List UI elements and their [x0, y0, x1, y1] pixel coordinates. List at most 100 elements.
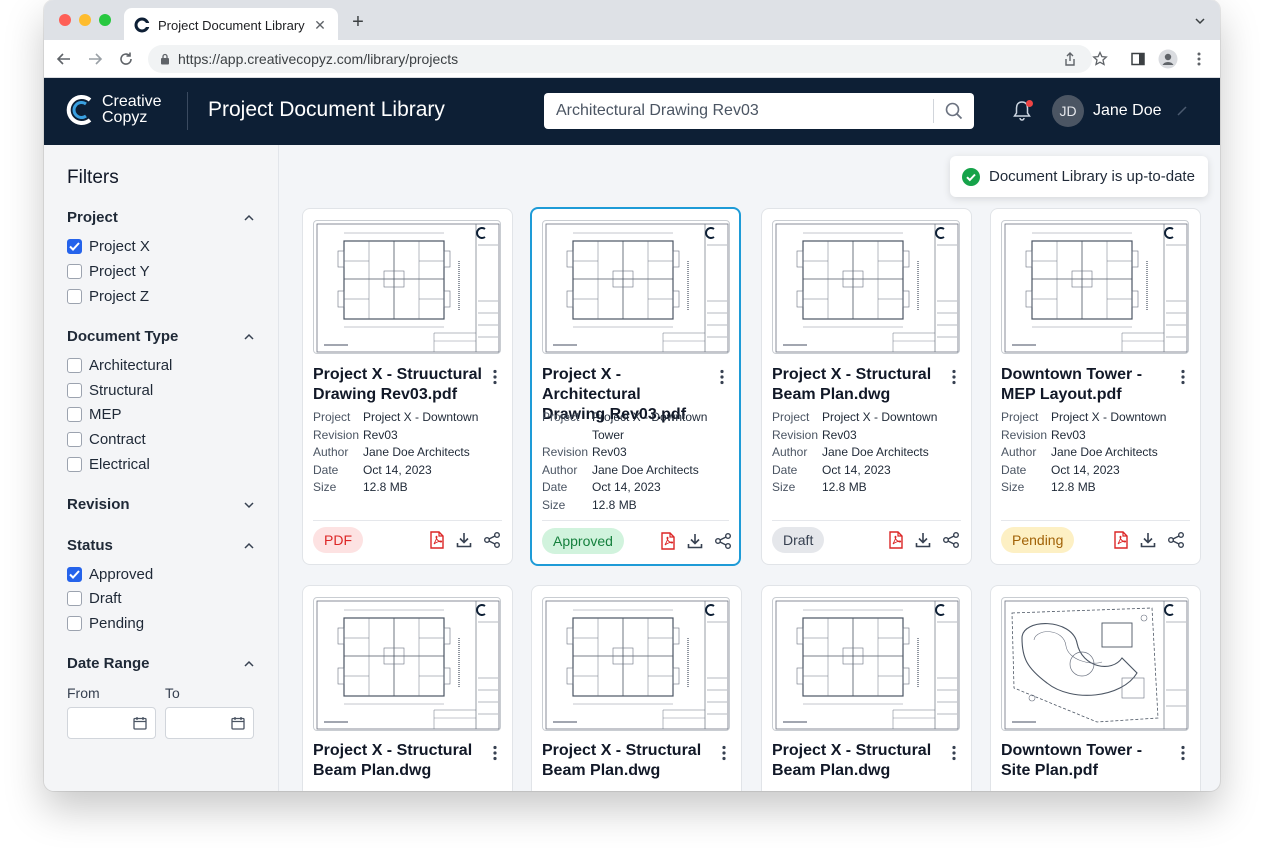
app-header: Creative Copyz Project Document Library … — [44, 78, 1220, 145]
share-icon[interactable] — [942, 531, 960, 549]
pdf-file-icon[interactable] — [887, 531, 905, 549]
share-page-icon[interactable] — [1060, 49, 1080, 69]
checkbox[interactable] — [67, 264, 82, 279]
search-input[interactable] — [544, 93, 933, 129]
filter-option-mep[interactable]: MEP — [67, 406, 122, 423]
bookmark-star-icon[interactable] — [1090, 49, 1110, 69]
document-card[interactable]: Project X - Structural Beam Plan.dwg — [302, 585, 513, 791]
share-icon[interactable] — [483, 531, 501, 549]
forward-icon[interactable] — [85, 49, 105, 69]
filter-option-project-x[interactable]: Project X — [67, 238, 150, 255]
filter-section-status[interactable]: Status — [67, 537, 255, 554]
section-label: Revision — [67, 496, 130, 513]
tab-search-icon[interactable] — [1194, 14, 1206, 32]
checkbox[interactable] — [67, 289, 82, 304]
download-icon[interactable] — [455, 531, 473, 549]
more-options-icon[interactable] — [951, 369, 957, 385]
new-tab-button[interactable]: + — [348, 12, 368, 32]
date-to-input[interactable] — [165, 707, 254, 739]
pdf-file-icon[interactable] — [428, 531, 446, 549]
more-options-icon[interactable] — [1180, 369, 1186, 385]
more-options-icon[interactable] — [951, 745, 957, 761]
filter-option-contract[interactable]: Contract — [67, 431, 146, 448]
card-metadata: Project Project X - Downtown Revision Rev0… — [772, 409, 964, 497]
card-title[interactable]: Downtown Tower - Site Plan.pdf — [1001, 741, 1173, 781]
filter-option-project-z[interactable]: Project Z — [67, 288, 149, 305]
notifications-bell-icon[interactable] — [1012, 100, 1034, 122]
document-card[interactable]: Project X - Structural Beam Plan.dwg — [761, 585, 972, 791]
checkbox[interactable] — [67, 407, 82, 422]
card-title[interactable]: Project X - Structural Beam Plan.dwg — [313, 741, 485, 781]
checkbox[interactable] — [67, 591, 82, 606]
share-icon[interactable] — [1167, 531, 1185, 549]
filter-section-revision[interactable]: Revision — [67, 496, 255, 513]
download-icon[interactable] — [686, 532, 704, 550]
tab-close-icon[interactable]: ✕ — [312, 17, 328, 34]
avatar[interactable]: JD — [1052, 95, 1084, 127]
checkbox[interactable] — [67, 383, 82, 398]
status-toast: Document Library is up-to-date — [950, 156, 1208, 197]
filter-option-architectural[interactable]: Architectural — [67, 357, 172, 374]
download-icon[interactable] — [1139, 531, 1157, 549]
document-card[interactable]: Downtown Tower - Site Plan.pdf — [990, 585, 1201, 791]
maximize-window-button[interactable] — [99, 14, 111, 26]
browser-tab[interactable]: Project Document Library ✕ — [124, 8, 338, 42]
checkbox[interactable] — [67, 358, 82, 373]
more-options-icon[interactable] — [721, 745, 727, 761]
filter-option-pending[interactable]: Pending — [67, 615, 144, 632]
card-title[interactable]: Downtown Tower - MEP Layout.pdf — [1001, 365, 1173, 405]
filter-option-electrical[interactable]: Electrical — [67, 456, 150, 473]
document-card[interactable]: Project X - Struuctural Drawing Rev03.pdf… — [302, 208, 513, 565]
filter-section-project[interactable]: Project — [67, 209, 255, 226]
user-name[interactable]: Jane Doe — [1093, 102, 1162, 120]
chevron-up-icon — [244, 333, 254, 340]
checkbox[interactable] — [67, 616, 82, 631]
search-icon[interactable] — [934, 93, 974, 129]
filter-option-structural[interactable]: Structural — [67, 382, 153, 399]
back-icon[interactable] — [54, 49, 74, 69]
document-card[interactable]: Project X - Structural Beam Plan.dwg Proj… — [761, 208, 972, 565]
date-from-input[interactable] — [67, 707, 156, 739]
card-divider — [542, 520, 729, 521]
reload-icon[interactable] — [116, 49, 136, 69]
checkbox[interactable] — [67, 457, 82, 472]
browser-menu-icon[interactable] — [1189, 49, 1209, 69]
document-card-selected[interactable]: Project X - Architectural Drawing Rev03.p… — [530, 207, 741, 566]
status-badge: Pending — [1001, 527, 1075, 553]
logo[interactable]: Creative Copyz — [64, 92, 162, 128]
document-card[interactable]: Downtown Tower - MEP Layout.pdf Project Pr… — [990, 208, 1201, 565]
loading-spinner-icon — [1176, 104, 1188, 122]
checkbox-checked[interactable] — [67, 239, 82, 254]
close-window-button[interactable] — [59, 14, 71, 26]
more-options-icon[interactable] — [719, 369, 725, 385]
sidepanel-icon[interactable] — [1128, 49, 1148, 69]
calendar-icon[interactable] — [231, 716, 245, 735]
calendar-icon[interactable] — [133, 716, 147, 735]
more-options-icon[interactable] — [492, 745, 498, 761]
more-options-icon[interactable] — [492, 369, 498, 385]
filter-option-approved[interactable]: Approved — [67, 566, 153, 583]
card-title[interactable]: Project X - Structural Beam Plan.dwg — [542, 741, 714, 781]
filter-section-document-type[interactable]: Document Type — [67, 328, 255, 345]
checkbox-checked[interactable] — [67, 567, 82, 582]
filter-option-draft[interactable]: Draft — [67, 590, 122, 607]
filter-option-project-y[interactable]: Project Y — [67, 263, 150, 280]
address-bar[interactable]: https://app.creativecopyz.com/library/pr… — [148, 45, 1092, 73]
meta-key: Project — [1001, 410, 1039, 424]
card-title[interactable]: Project X - Struuctural Drawing Rev03.pdf — [313, 365, 485, 405]
checkbox[interactable] — [67, 432, 82, 447]
status-badge: Approved — [542, 528, 624, 554]
more-options-icon[interactable] — [1180, 745, 1186, 761]
pdf-file-icon[interactable] — [659, 532, 677, 550]
share-icon[interactable] — [714, 532, 732, 550]
status-badge: Draft — [772, 527, 825, 553]
download-icon[interactable] — [914, 531, 932, 549]
profile-icon[interactable] — [1158, 49, 1178, 69]
document-card[interactable]: Project X - Structural Beam Plan.dwg — [531, 585, 742, 791]
filters-title: Filters — [67, 167, 119, 188]
filter-section-date-range[interactable]: Date Range — [67, 655, 255, 672]
pdf-file-icon[interactable] — [1112, 531, 1130, 549]
card-title[interactable]: Project X - Structural Beam Plan.dwg — [772, 365, 944, 405]
minimize-window-button[interactable] — [79, 14, 91, 26]
card-title[interactable]: Project X - Structural Beam Plan.dwg — [772, 741, 944, 781]
